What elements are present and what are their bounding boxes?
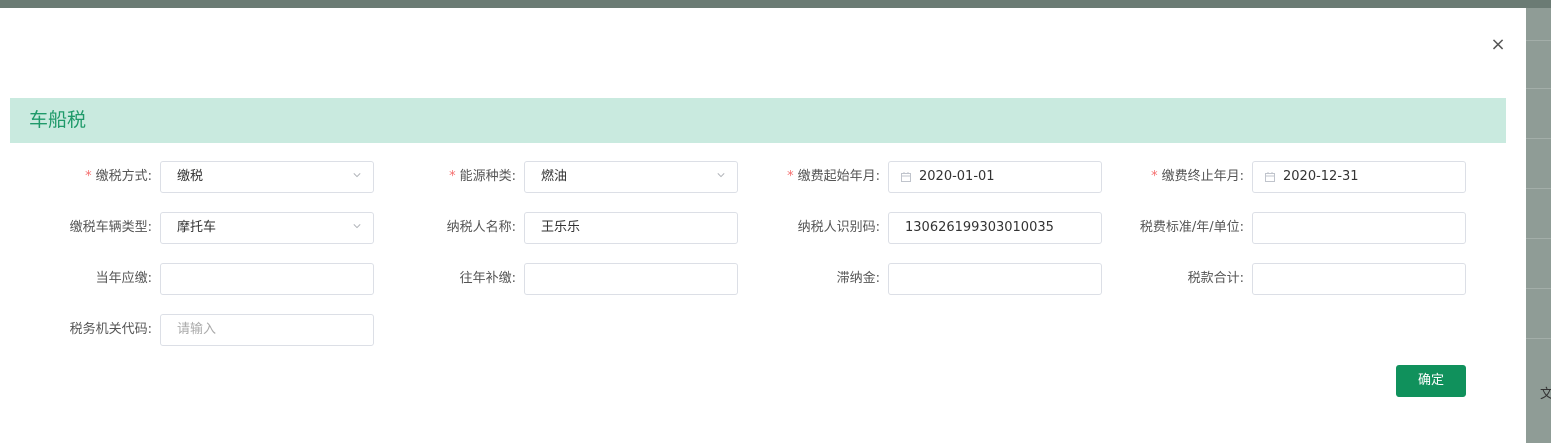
tax-dialog: × 车船税 * 缴税方式: 缴税 * 能源种类: 燃油 * 缴费起始年月: 2020-… bbox=[0, 8, 1526, 443]
tax-standard-input[interactable] bbox=[1252, 212, 1466, 244]
field-label: 税款合计: bbox=[1187, 271, 1244, 286]
section-title: 车船税 bbox=[29, 109, 87, 131]
field-tax-standard: 税费标准/年/单位: bbox=[0, 212, 1466, 244]
tax-total-input[interactable] bbox=[1252, 263, 1466, 295]
field-end-month: * 缴费终止年月: 2020-12-31 bbox=[0, 161, 1466, 193]
background-text: 文 bbox=[1540, 387, 1551, 402]
required-mark: * bbox=[1151, 169, 1158, 184]
form-row: 缴税车辆类型: 摩托车 纳税人名称: 王乐乐 纳税人识别码: 130626199… bbox=[0, 212, 1526, 244]
input-placeholder: 请输入 bbox=[177, 322, 217, 337]
tax-office-code-input[interactable]: 请输入 bbox=[160, 314, 374, 346]
form-row: 当年应缴: 往年补缴: 滞纳金: 税款合计: bbox=[0, 263, 1526, 295]
field-label: 税费标准/年/单位: bbox=[1139, 220, 1244, 235]
field-label: 税务机关代码: bbox=[69, 322, 152, 337]
field-label: * 缴费终止年月: bbox=[1151, 169, 1244, 184]
close-icon[interactable]: × bbox=[1488, 35, 1508, 55]
date-value: 2020-12-31 bbox=[1283, 169, 1359, 184]
field-tax-total: 税款合计: bbox=[0, 263, 1466, 295]
calendar-icon bbox=[1265, 172, 1275, 182]
field-tax-office-code: 税务机关代码: 请输入 bbox=[0, 314, 374, 346]
form-row: * 缴税方式: 缴税 * 能源种类: 燃油 * 缴费起始年月: 2020-01-01 … bbox=[0, 161, 1526, 193]
form-row: 税务机关代码: 请输入 bbox=[0, 314, 1526, 346]
section-header: 车船税 bbox=[10, 98, 1506, 143]
confirm-button[interactable]: 确定 bbox=[1396, 365, 1466, 397]
end-date-picker[interactable]: 2020-12-31 bbox=[1252, 161, 1466, 193]
background-page-strip: 文 bbox=[1526, 8, 1551, 443]
